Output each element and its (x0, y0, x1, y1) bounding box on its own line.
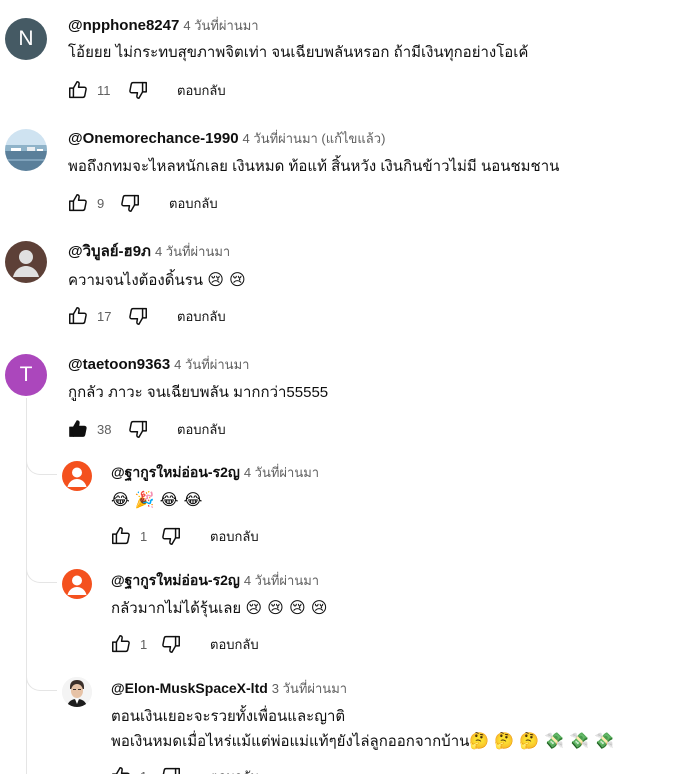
author-name[interactable]: @taetoon9363 (68, 356, 170, 373)
reply-button[interactable]: ตอบกลับ (163, 191, 224, 216)
reply-actions: 1 ตอบกลับ (110, 524, 265, 548)
reply-emojis: 😢 😢 😢 😢 (245, 598, 328, 617)
avatar[interactable] (5, 129, 47, 171)
avatar[interactable] (5, 241, 47, 283)
comment-text: โอ้ยยย ไม่กระทบสุขภาพจิตเท่า จนเฉียบพลัน… (68, 44, 529, 61)
avatar[interactable] (62, 569, 92, 599)
reply-text-row: 😂 🎉 😂 😂 (111, 488, 202, 513)
timestamp[interactable]: 4 วันที่ผ่านมา (155, 244, 230, 259)
reply-button[interactable]: ตอบกลับ (171, 78, 232, 103)
reply-text-line: ตอนเงินเยอะจะรวยทั้งเพื่อนและญาติ (111, 708, 346, 725)
reply-button[interactable]: ตอบกลับ (204, 524, 265, 549)
comment-actions: 38 ตอบกลับ (67, 417, 232, 441)
comment-actions: 17 ตอบกลับ (67, 304, 232, 328)
reply-text-line: พอเงินหมดเมื่อไหร่แม้แต่พ่อแม่แท้ๆยังไล่… (111, 733, 470, 750)
reply-text-row: กลัวมากไม่ได้รุ้นเลย 😢 😢 😢 😢 (111, 596, 327, 621)
dislike-icon[interactable] (160, 525, 182, 547)
thread-branch (26, 670, 57, 691)
dislike-icon[interactable] (160, 765, 182, 774)
like-icon[interactable] (67, 192, 89, 214)
author-name[interactable]: @วิบูลย์-ฮ9ภ (68, 243, 151, 260)
dislike-icon[interactable] (160, 633, 182, 655)
dislike-icon[interactable] (127, 79, 149, 101)
default-user-icon (67, 467, 87, 487)
like-count: 1 (140, 769, 156, 774)
author-name[interactable]: @ฐากูรใหม่อ่อน-ร2ญ (111, 572, 240, 588)
reply-header: @ฐากูรใหม่อ่อน-ร2ญ 4 วันที่ผ่านมา (111, 462, 319, 482)
like-icon[interactable] (67, 305, 89, 327)
default-user-icon (13, 250, 39, 277)
avatar-letter: T (19, 363, 33, 386)
avatar[interactable]: T (5, 354, 47, 396)
like-icon[interactable] (110, 525, 132, 547)
thread-branch (26, 454, 57, 475)
comment-text: ความจนไงต้องดิ้นรน (68, 272, 204, 289)
like-icon-filled[interactable] (67, 418, 89, 440)
timestamp[interactable]: 4 วันที่ผ่านมา (174, 357, 249, 372)
reply-header: @Elon-MuskSpaceX-ltd 3 วันที่ผ่านมา (111, 678, 347, 698)
avatar[interactable]: N (5, 18, 47, 60)
comment-text: พอถึงกทมจะไหลหนักเลย เงินหมด ท้อแท้ สิ้น… (68, 158, 560, 175)
timestamp[interactable]: 3 วันที่ผ่านมา (272, 681, 347, 696)
dislike-icon[interactable] (119, 192, 141, 214)
avatar-letter: N (18, 27, 34, 50)
like-count: 1 (140, 528, 148, 544)
comments-panel: N @npphone8247 4 วันที่ผ่านมา โอ้ยยย ไม่ก… (0, 0, 679, 774)
reply-actions: 1 ตอบกลับ (110, 632, 265, 656)
comment-text-row: ความจนไงต้องดิ้นรน 😢 😢 (68, 268, 246, 293)
harbor-photo-icon (5, 129, 47, 171)
reply-text-row: พอเงินหมดเมื่อไหร่แม้แต่พ่อแม่แท้ๆยังไล่… (111, 729, 614, 754)
dislike-icon[interactable] (127, 418, 149, 440)
comment-actions: 9 ตอบกลับ (67, 191, 224, 215)
like-icon[interactable] (110, 765, 132, 774)
timestamp[interactable]: 4 วันที่ผ่านมา (183, 18, 258, 33)
reply-actions: 1 ตอบกลับ (110, 764, 265, 774)
timestamp[interactable]: 4 วันที่ผ่านมา (244, 573, 319, 588)
timestamp[interactable]: 4 วันที่ผ่านมา (244, 465, 319, 480)
like-count: 38 (97, 421, 112, 437)
reply-emojis: 🤔 🤔 🤔 💸 💸 💸 (469, 731, 615, 750)
reply-button[interactable]: ตอบกลับ (171, 304, 232, 329)
dislike-icon[interactable] (127, 305, 149, 327)
like-count: 11 (97, 82, 111, 98)
like-count: 1 (140, 636, 148, 652)
author-name[interactable]: @npphone8247 (68, 17, 179, 34)
author-name[interactable]: @Elon-MuskSpaceX-ltd (111, 680, 268, 696)
author-name[interactable]: @Onemorechance-1990 (68, 130, 239, 147)
reply-button[interactable]: ตอบกลับ (204, 632, 265, 657)
reply-text: กลัวมากไม่ได้รุ้นเลย (111, 600, 242, 617)
thread-branch (26, 562, 57, 583)
reply-button[interactable]: ตอบกลับ (204, 764, 265, 774)
comment-header: @taetoon9363 4 วันที่ผ่านมา (68, 355, 249, 375)
comment-header: @Onemorechance-1990 4 วันที่ผ่านมา (แก้ไข… (68, 129, 385, 149)
like-icon[interactable] (110, 633, 132, 655)
avatar[interactable] (62, 677, 92, 707)
comment-header: @วิบูลย์-ฮ9ภ 4 วันที่ผ่านมา (68, 242, 230, 262)
author-name[interactable]: @ฐากูรใหม่อ่อน-ร2ญ (111, 464, 240, 480)
reply-button[interactable]: ตอบกลับ (171, 417, 232, 442)
like-icon[interactable] (67, 79, 89, 101)
comment-emojis: 😢 😢 (207, 270, 246, 289)
default-user-icon (67, 575, 87, 595)
reply-header: @ฐากูรใหม่อ่อน-ร2ญ 4 วันที่ผ่านมา (111, 570, 319, 590)
reply-emojis: 😂 🎉 😂 😂 (111, 490, 203, 509)
like-count: 17 (97, 308, 112, 324)
portrait-photo-icon (62, 677, 92, 707)
like-count: 9 (97, 195, 105, 211)
comment-text: กูกลัว ภาวะ จนเฉียบพลัน มากกว่า55555 (68, 384, 329, 401)
timestamp[interactable]: 4 วันที่ผ่านมา (แก้ไขแล้ว) (243, 131, 386, 146)
comment-header: @npphone8247 4 วันที่ผ่านมา (68, 16, 259, 36)
avatar[interactable] (62, 461, 92, 491)
comment-actions: 11 ตอบกลับ (67, 78, 232, 102)
